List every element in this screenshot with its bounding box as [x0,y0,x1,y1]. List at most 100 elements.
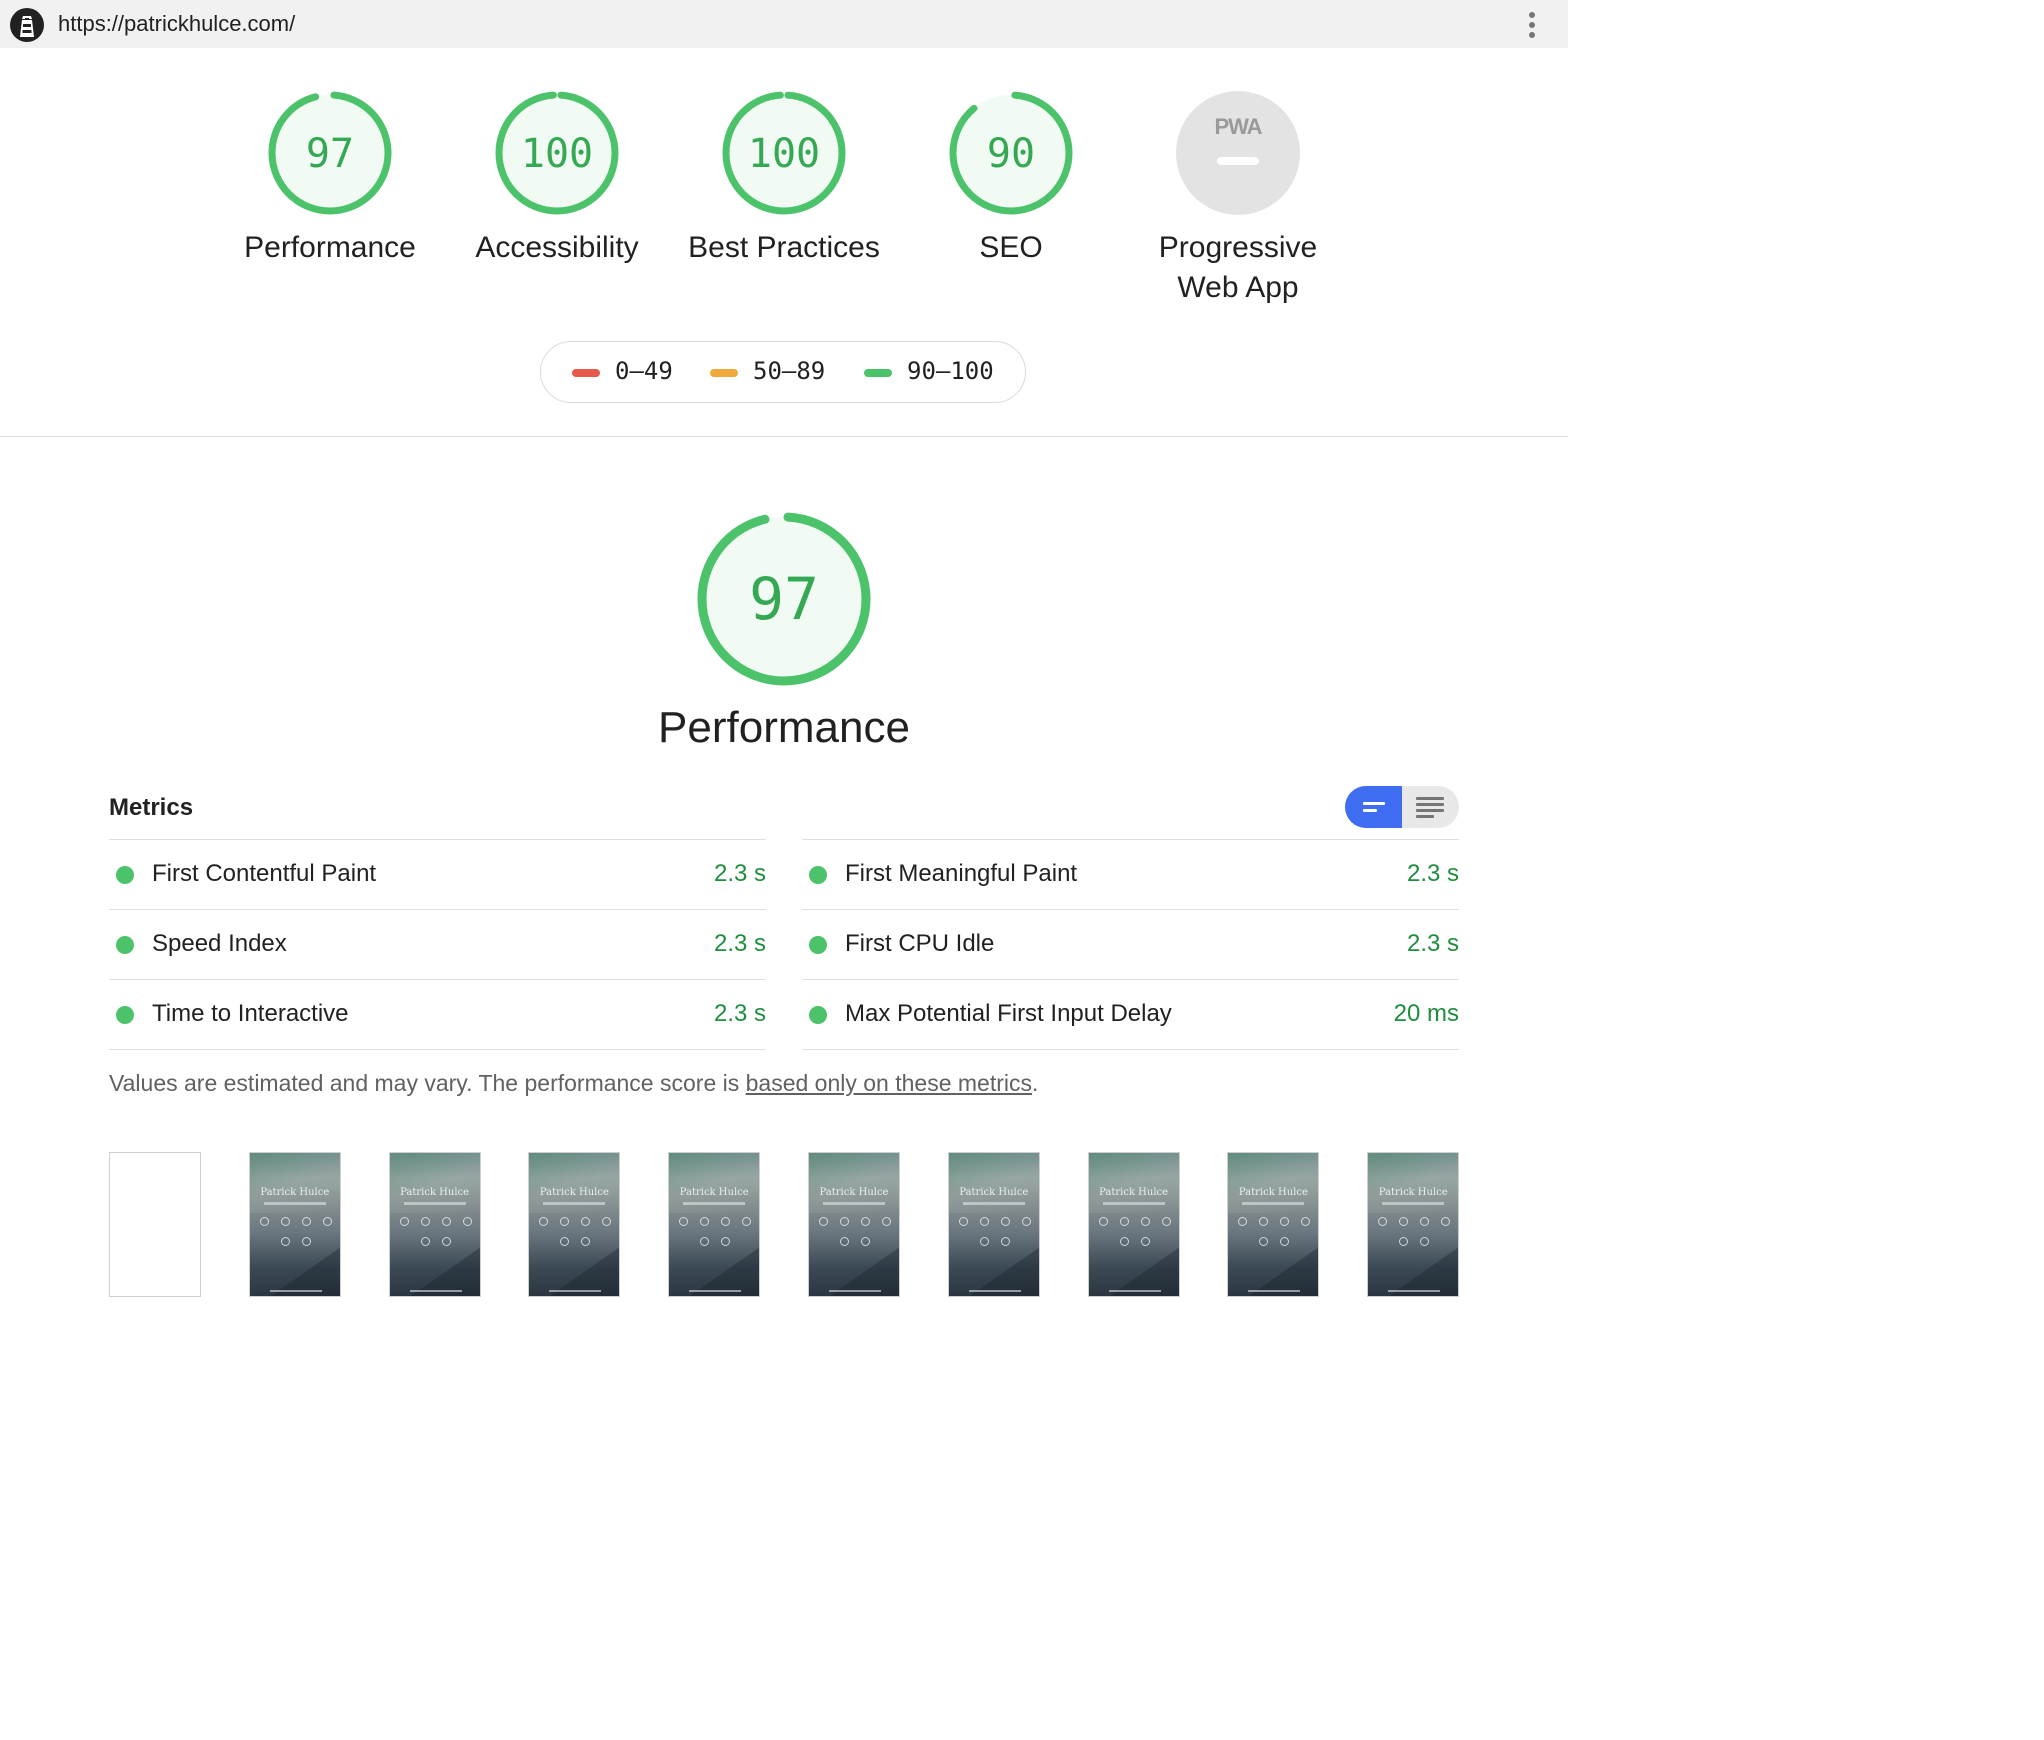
social-icon [1161,1217,1171,1226]
pass-icon [116,1006,134,1024]
metrics-scoring-link[interactable]: based only on these metrics [746,1070,1032,1096]
social-icon [1259,1217,1269,1226]
gauge-label: SEO [979,231,1043,264]
gauge-label-line-2: Web App [1177,271,1299,304]
metric-name: First CPU Idle [845,930,995,957]
social-icon [1378,1217,1388,1226]
metric-value: 2.3 s [713,930,766,957]
metric-value: 2.3 s [713,860,766,887]
metric-value: 20 ms [1393,1000,1459,1027]
social-icon [700,1237,710,1246]
social-icon [1399,1217,1409,1226]
social-icon [979,1217,989,1226]
social-icon [1098,1217,1108,1226]
lighthouse-icon[interactable] [9,7,45,43]
metrics-heading: Metrics [109,794,194,821]
frame-title: Patrick Hulce [1099,1187,1169,1198]
address-bar: https://patrickhulce.com/ [0,0,1568,48]
score-value: 97 [749,565,819,633]
social-icon [882,1217,891,1226]
metric-name: Time to Interactive [152,1000,349,1027]
social-icon [1140,1237,1150,1246]
social-icon [322,1217,332,1226]
filmstrip-frame: Patrick Hulce [528,1152,621,1297]
social-icon [679,1217,689,1226]
score-ring: 90 [949,91,1073,215]
frame-title: Patrick Hulce [539,1187,609,1198]
metrics-note: Values are estimated and may vary. The p… [109,1070,1038,1097]
social-icon [742,1217,752,1226]
metric-name: Speed Index [152,930,287,957]
filmstrip-frame: Patrick Hulce [248,1152,341,1297]
gauge-best-practices[interactable]: 100 Best Practices [669,90,899,268]
metric-name: Max Potential First Input Delay [845,1000,1172,1027]
social-icon [1119,1217,1129,1226]
pwa-badge-icon: PWA [1176,91,1300,215]
gauge-label-line-1: Progressive [1158,231,1318,264]
frame-title: Patrick Hulce [959,1187,1029,1198]
gauge-accessibility[interactable]: 100 Accessibility [442,90,672,268]
social-icon [581,1237,591,1246]
performance-gauge: 97 [693,508,875,695]
social-icon [1441,1217,1451,1226]
filmstrip-frame: Patrick Hulce [1087,1152,1180,1297]
gauge-seo[interactable]: 90 SEO [896,90,1126,268]
social-icon [602,1217,612,1226]
frame-title: Patrick Hulce [1378,1187,1448,1198]
social-icon [700,1217,710,1226]
metric-row: First CPU Idle 2.3 s [802,909,1459,979]
social-icon [1420,1217,1430,1226]
expanded-view-button[interactable] [1402,786,1459,828]
note-text: Values are estimated and may vary. The p… [109,1070,746,1096]
social-icon [1399,1237,1409,1246]
filmstrip-frame: Patrick Hulce [388,1152,481,1297]
gauge-pwa[interactable]: PWA Progressive Web App [1123,90,1353,308]
legend-swatch-average [710,369,738,377]
pwa-badge-text: PWA [1214,114,1262,139]
social-icon [1000,1217,1010,1226]
social-icon [1280,1237,1290,1246]
more-vert-icon[interactable] [1521,10,1543,40]
metric-row: Time to Interactive 2.3 s [109,979,766,1050]
social-icon [301,1237,311,1246]
frame-title: Patrick Hulce [400,1187,470,1198]
social-icon [301,1217,311,1226]
frame-title: Patrick Hulce [1238,1187,1308,1198]
social-icon [280,1237,290,1246]
pass-icon [809,1006,827,1024]
score-ring: 100 [495,91,619,215]
social-icon [1259,1237,1269,1246]
social-icon [1021,1217,1031,1226]
social-icon [259,1217,269,1226]
social-icon [399,1217,409,1226]
metric-name: First Meaningful Paint [845,860,1078,887]
social-icon [462,1217,472,1226]
note-suffix: . [1032,1070,1039,1096]
compact-view-button[interactable] [1345,786,1402,828]
filmstrip-frame: Patrick Hulce [1227,1152,1320,1297]
metric-value: 2.3 s [1406,860,1459,887]
social-icon [420,1237,430,1246]
metric-row: First Meaningful Paint 2.3 s [802,839,1459,909]
page-url[interactable]: https://patrickhulce.com/ [58,11,295,37]
filmstrip-frame: Patrick Hulce [808,1152,900,1297]
social-icon [840,1217,849,1226]
frame-title: Patrick Hulce [679,1187,749,1198]
category-title: Performance [658,703,910,752]
metric-row: Max Potential First Input Delay 20 ms [802,979,1459,1050]
metrics-view-toggle[interactable] [1345,786,1459,828]
social-icon [441,1217,451,1226]
social-icon [958,1217,968,1226]
score-ring: 97 [697,512,871,686]
social-icon [1238,1217,1248,1226]
gauge-label: Accessibility [475,231,639,264]
pass-icon [809,936,827,954]
legend-swatch-fail [572,369,600,377]
social-icon [1140,1217,1150,1226]
metric-row: First Contentful Paint 2.3 s [109,839,766,909]
score-value: 100 [748,131,820,177]
filmstrip-frame: Patrick Hulce [1367,1152,1460,1297]
social-icon [979,1237,989,1246]
social-icon [840,1237,849,1246]
gauge-performance[interactable]: 97 Performance [215,90,445,268]
